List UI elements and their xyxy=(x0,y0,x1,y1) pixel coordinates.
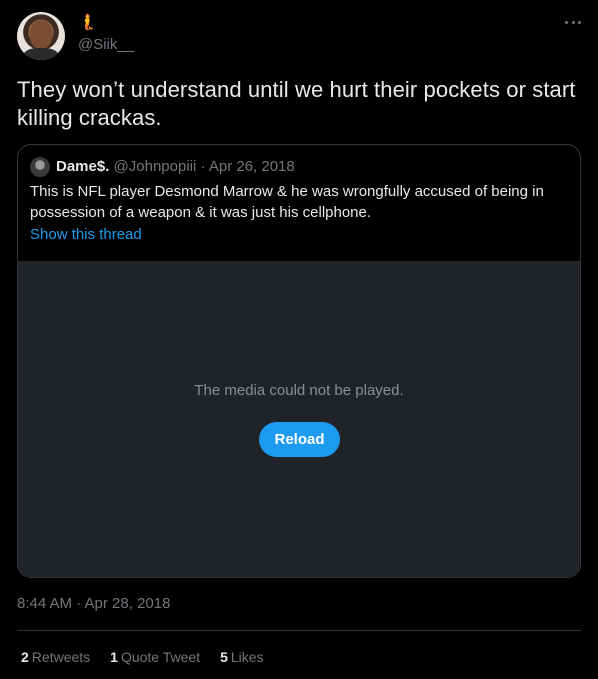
quote-tweets-label: Quote Tweet xyxy=(120,649,201,665)
retweets-count: 2 xyxy=(21,649,29,665)
dot xyxy=(578,20,581,24)
quoted-author-name[interactable]: Dame$. xyxy=(56,158,109,175)
media-error-message: The media could not be played. xyxy=(194,382,404,399)
media-player[interactable]: The media could not be played. Reload xyxy=(18,261,580,577)
avatar-shirt xyxy=(23,48,59,60)
tweet-timestamp[interactable]: 8:44 AM · Apr 28, 2018 xyxy=(17,595,170,613)
author-handle[interactable]: @Siik__ xyxy=(78,36,134,54)
retweets-label: Retweets xyxy=(31,649,91,665)
show-thread-link[interactable]: Show this thread xyxy=(30,226,142,244)
quoted-author-avatar[interactable] xyxy=(30,157,50,177)
quote-tweets-count: 1 xyxy=(110,649,118,665)
tweet: 🧜 @Siik__ They won’t understand until we… xyxy=(0,0,598,679)
likes-stat[interactable]: 5 Likes xyxy=(220,648,263,666)
retweets-stat[interactable]: 2 Retweets xyxy=(21,648,90,666)
tweet-stats: 2 Retweets 1 Quote Tweet 5 Likes xyxy=(21,648,284,666)
avatar-face xyxy=(30,21,52,49)
divider xyxy=(17,630,581,631)
quoted-separator: · xyxy=(200,158,206,175)
quoted-tweet[interactable]: Dame$. @Johnpopiii · Apr 26, 2018 This i… xyxy=(17,144,581,578)
likes-label: Likes xyxy=(230,649,264,665)
author-display-name-emoji[interactable]: 🧜 xyxy=(78,14,97,32)
likes-count: 5 xyxy=(220,649,228,665)
quote-tweets-stat[interactable]: 1 Quote Tweet xyxy=(110,648,200,666)
quoted-author-handle[interactable]: @Johnpopiii xyxy=(114,158,197,175)
more-options-icon[interactable] xyxy=(562,14,584,30)
tweet-text: They won’t understand until we hurt thei… xyxy=(17,77,576,130)
reload-button[interactable]: Reload xyxy=(259,422,340,457)
author-avatar[interactable] xyxy=(17,12,65,60)
dot xyxy=(571,20,575,24)
quoted-date[interactable]: Apr 26, 2018 xyxy=(209,158,295,175)
quoted-tweet-text: This is NFL player Desmond Marrow & he w… xyxy=(30,183,544,221)
dot xyxy=(565,20,568,24)
quoted-tweet-header: Dame$. @Johnpopiii · Apr 26, 2018 xyxy=(56,158,295,176)
